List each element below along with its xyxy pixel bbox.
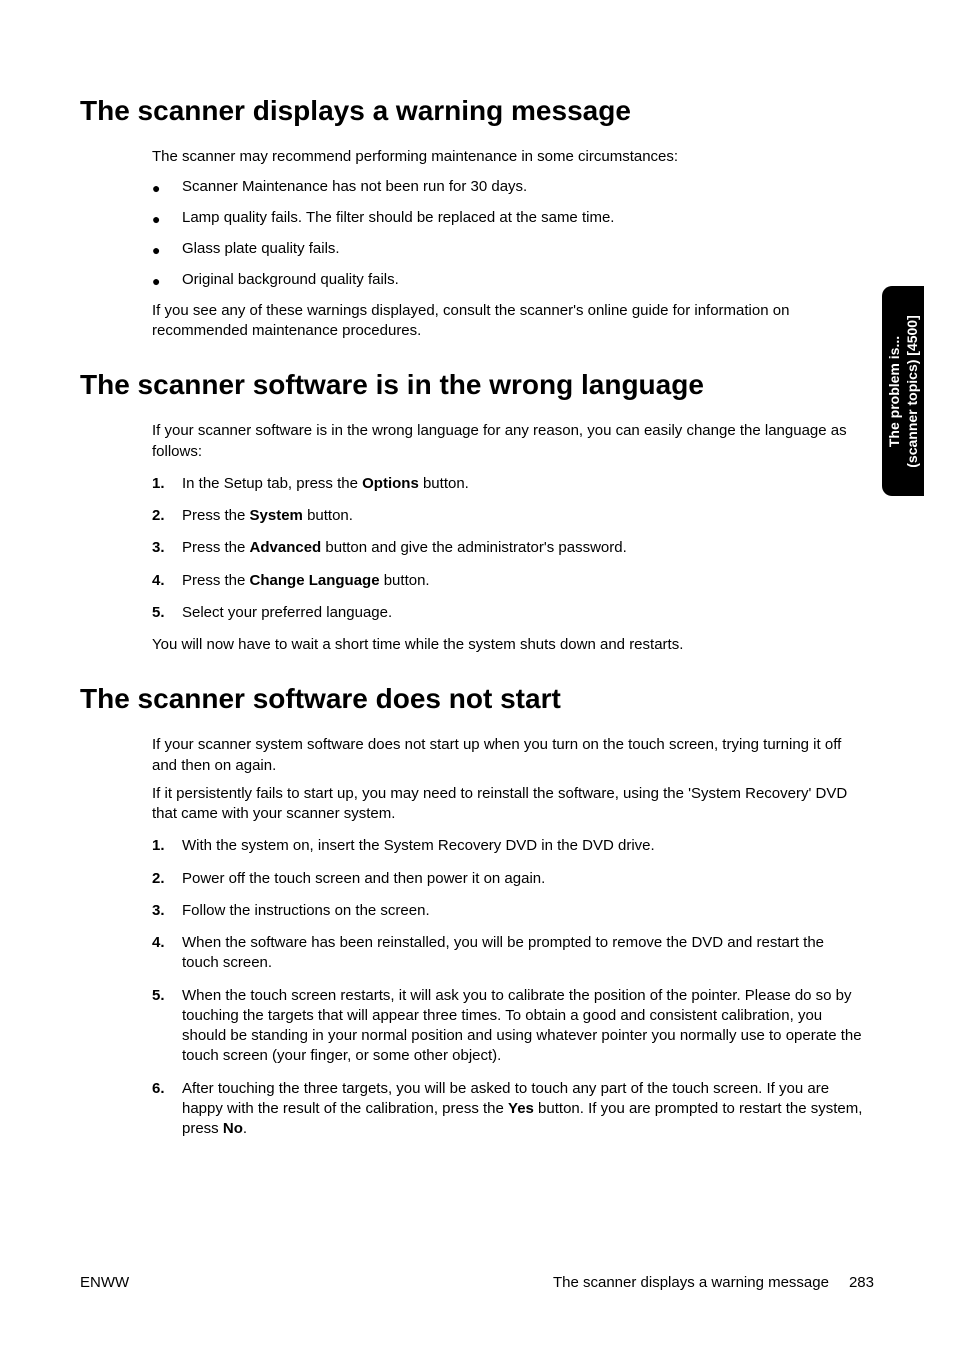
step-text: Press the System button.: [182, 506, 353, 526]
bullet-icon: ●: [152, 270, 182, 291]
step-text: Press the Advanced button and give the a…: [182, 538, 627, 558]
list-item: 2.Press the System button.: [152, 506, 864, 526]
list-item: 1.With the system on, insert the System …: [152, 836, 864, 856]
side-tab-label: The problem is... (scanner topics) [4500…: [886, 315, 921, 468]
section-warning-body: The scanner may recommend performing mai…: [152, 147, 864, 341]
warning-outro: If you see any of these warnings display…: [152, 301, 864, 342]
side-tab: The problem is... (scanner topics) [4500…: [882, 286, 924, 496]
step-number: 5.: [152, 986, 182, 1006]
list-item: 1.In the Setup tab, press the Options bu…: [152, 474, 864, 494]
bullet-text: Lamp quality fails. The filter should be…: [182, 208, 614, 228]
step-text: Select your preferred language.: [182, 603, 392, 623]
step-number: 4.: [152, 571, 182, 591]
list-item: 2.Power off the touch screen and then po…: [152, 869, 864, 889]
step-number: 5.: [152, 603, 182, 623]
language-steps: 1.In the Setup tab, press the Options bu…: [152, 474, 864, 623]
list-item: 5.When the touch screen restarts, it wil…: [152, 986, 864, 1067]
step-text: After touching the three targets, you wi…: [182, 1079, 864, 1140]
page-number: 283: [849, 1274, 874, 1291]
list-item: ●Lamp quality fails. The filter should b…: [152, 208, 864, 229]
language-intro: If your scanner software is in the wrong…: [152, 421, 864, 462]
list-item: 4.When the software has been reinstalled…: [152, 933, 864, 974]
bullet-icon: ●: [152, 239, 182, 260]
section-language-body: If your scanner software is in the wrong…: [152, 421, 864, 655]
list-item: 5.Select your preferred language.: [152, 603, 864, 623]
not-start-steps: 1.With the system on, insert the System …: [152, 836, 864, 1139]
step-text: Follow the instructions on the screen.: [182, 901, 430, 921]
step-number: 1.: [152, 474, 182, 494]
bullet-text: Scanner Maintenance has not been run for…: [182, 177, 527, 197]
not-start-p1: If your scanner system software does not…: [152, 735, 864, 776]
page-footer: ENWW The scanner displays a warning mess…: [80, 1274, 874, 1291]
bullet-text: Glass plate quality fails.: [182, 239, 340, 259]
list-item: 6.After touching the three targets, you …: [152, 1079, 864, 1140]
step-text: With the system on, insert the System Re…: [182, 836, 655, 856]
side-tab-line2: (scanner topics) [4500]: [903, 315, 919, 468]
step-text: Power off the touch screen and then powe…: [182, 869, 545, 889]
heading-warning-message: The scanner displays a warning message: [80, 95, 874, 127]
step-number: 3.: [152, 538, 182, 558]
section-not-start-body: If your scanner system software does not…: [152, 735, 864, 1139]
not-start-p2: If it persistently fails to start up, yo…: [152, 784, 864, 825]
bullet-text: Original background quality fails.: [182, 270, 399, 290]
heading-wrong-language: The scanner software is in the wrong lan…: [80, 369, 874, 401]
step-number: 6.: [152, 1079, 182, 1099]
footer-right: The scanner displays a warning message 2…: [553, 1274, 874, 1291]
footer-section-title: The scanner displays a warning message: [553, 1274, 829, 1291]
footer-left: ENWW: [80, 1274, 129, 1291]
step-number: 2.: [152, 506, 182, 526]
warning-bullet-list: ●Scanner Maintenance has not been run fo…: [152, 177, 864, 291]
list-item: 4.Press the Change Language button.: [152, 571, 864, 591]
list-item: ●Scanner Maintenance has not been run fo…: [152, 177, 864, 198]
list-item: ●Original background quality fails.: [152, 270, 864, 291]
list-item: ●Glass plate quality fails.: [152, 239, 864, 260]
step-text: In the Setup tab, press the Options butt…: [182, 474, 469, 494]
step-text: When the touch screen restarts, it will …: [182, 986, 864, 1067]
step-text: Press the Change Language button.: [182, 571, 430, 591]
heading-does-not-start: The scanner software does not start: [80, 683, 874, 715]
step-number: 1.: [152, 836, 182, 856]
step-text: When the software has been reinstalled, …: [182, 933, 864, 974]
side-tab-line1: The problem is...: [886, 335, 902, 446]
bullet-icon: ●: [152, 208, 182, 229]
warning-intro: The scanner may recommend performing mai…: [152, 147, 864, 167]
language-outro: You will now have to wait a short time w…: [152, 635, 864, 655]
step-number: 4.: [152, 933, 182, 953]
bullet-icon: ●: [152, 177, 182, 198]
list-item: 3.Follow the instructions on the screen.: [152, 901, 864, 921]
step-number: 2.: [152, 869, 182, 889]
page: The problem is... (scanner topics) [4500…: [0, 0, 954, 1351]
list-item: 3.Press the Advanced button and give the…: [152, 538, 864, 558]
step-number: 3.: [152, 901, 182, 921]
